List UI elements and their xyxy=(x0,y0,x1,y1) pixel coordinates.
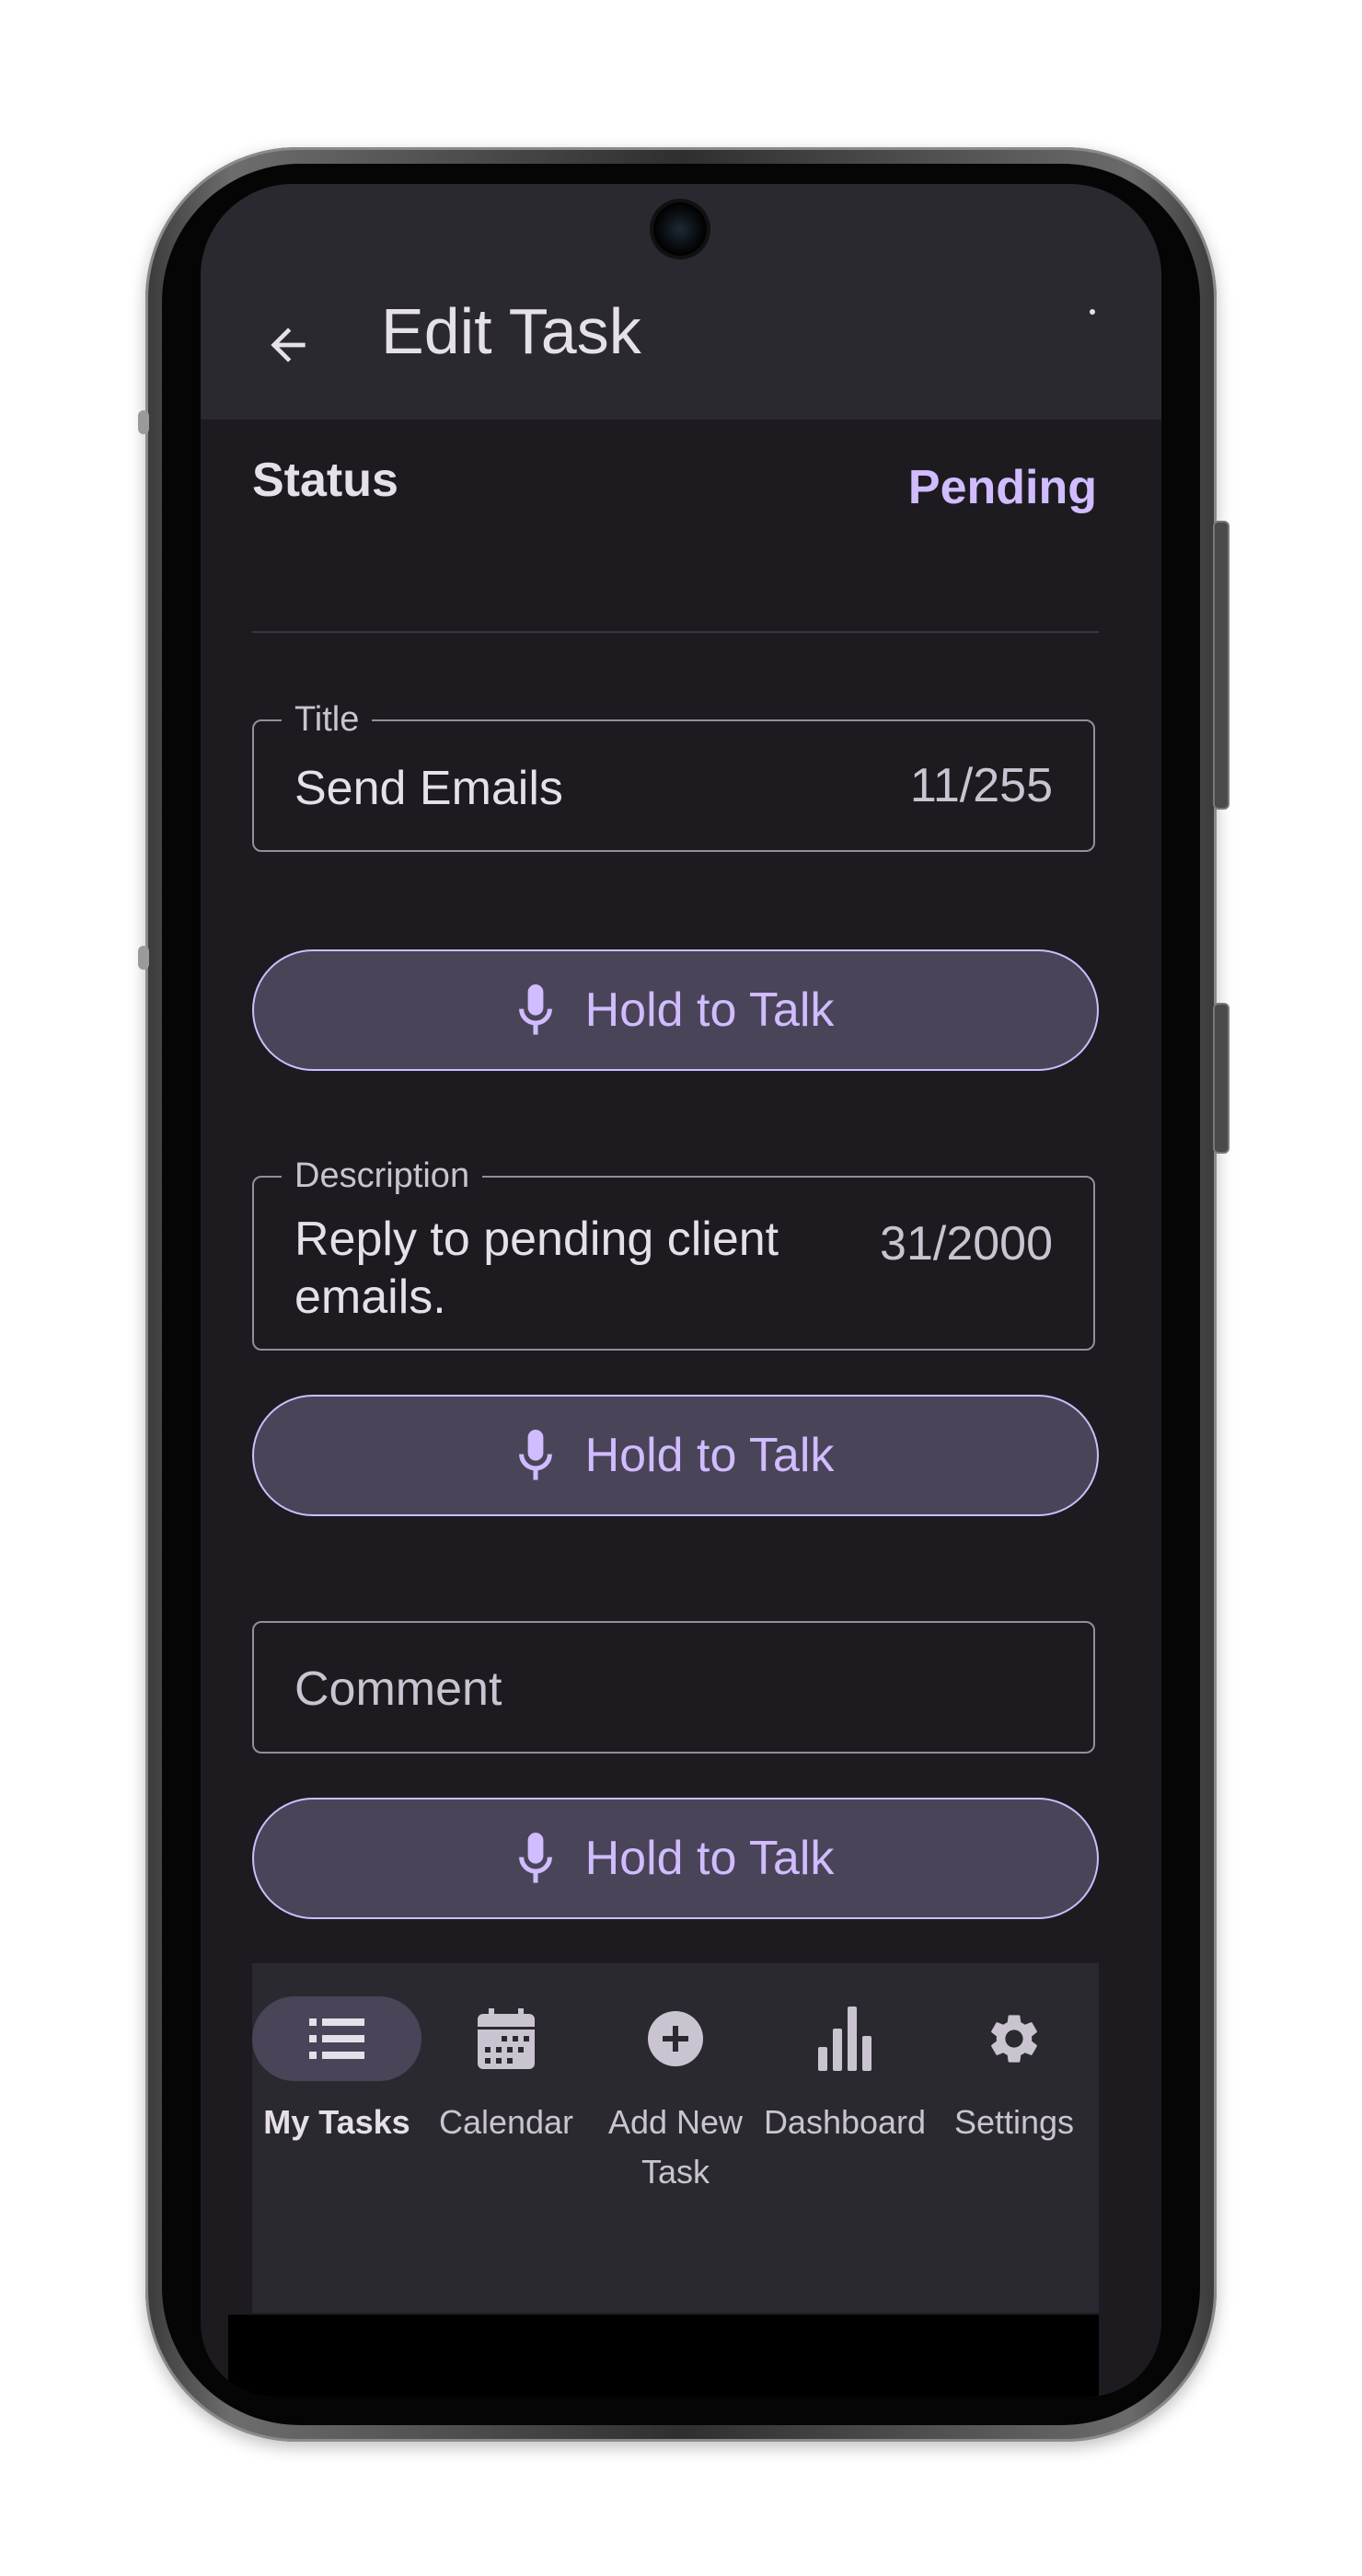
mic-icon xyxy=(517,1430,554,1481)
nav-label-add-new-task: Add New Task xyxy=(607,2103,744,2191)
divider xyxy=(252,631,1099,633)
title-hold-to-talk-button[interactable]: Hold to Talk xyxy=(252,949,1099,1071)
volume-button xyxy=(1213,1003,1229,1154)
list-icon xyxy=(309,2018,364,2059)
bar-chart-icon xyxy=(818,2007,871,2071)
nav-label-settings: Settings xyxy=(953,2103,1075,2141)
nav-label-calendar: Calendar xyxy=(438,2103,574,2141)
hold-to-talk-label: Hold to Talk xyxy=(584,1832,835,1885)
power-button xyxy=(1213,521,1229,810)
system-navigation-bar xyxy=(228,2315,1099,2397)
nav-active-indicator xyxy=(252,1996,421,2081)
description-field-label: Description xyxy=(282,1156,483,1198)
hold-to-talk-label: Hold to Talk xyxy=(584,983,835,1037)
hold-to-talk-label: Hold to Talk xyxy=(584,1429,835,1482)
description-hold-to-talk-button[interactable]: Hold to Talk xyxy=(252,1395,1099,1516)
title-field-label: Title xyxy=(282,699,373,742)
nav-item-dashboard[interactable]: Dashboard xyxy=(760,1963,929,2147)
nav-label-my-tasks: My Tasks xyxy=(263,2103,410,2141)
mic-icon xyxy=(517,984,554,1036)
bottom-navigation: My Tasks Calendar Add New Task Dashboard… xyxy=(252,1963,1099,2313)
comment-field[interactable]: Comment xyxy=(252,1621,1095,1754)
calendar-icon xyxy=(478,2008,535,2069)
description-value-line-1: Reply to pending client xyxy=(294,1213,779,1266)
device-mockup: Edit Task Status Pending Title Send Emai… xyxy=(0,0,1362,2576)
status-value[interactable]: Pending xyxy=(908,460,1097,515)
page-title: Edit Task xyxy=(381,295,641,367)
overflow-menu-icon[interactable] xyxy=(1090,309,1095,315)
title-field-value: Send Emails xyxy=(294,762,563,815)
nav-item-my-tasks[interactable]: My Tasks xyxy=(252,1963,421,2147)
title-field[interactable]: Title Send Emails 11/255 xyxy=(252,699,1095,852)
mic-icon xyxy=(517,1833,554,1884)
app-screen: Edit Task Status Pending Title Send Emai… xyxy=(201,184,1161,2397)
back-button[interactable] xyxy=(247,304,329,386)
description-field[interactable]: Description Reply to pending client emai… xyxy=(252,1156,1095,1351)
add-circle-icon xyxy=(648,2011,703,2066)
comment-hold-to-talk-button[interactable]: Hold to Talk xyxy=(252,1798,1099,1919)
description-value-line-2: emails. xyxy=(294,1271,446,1324)
title-char-counter: 11/255 xyxy=(909,759,1053,812)
comment-placeholder: Comment xyxy=(294,1662,502,1716)
gear-icon xyxy=(991,2015,1037,2063)
phone-side-marker xyxy=(138,410,149,434)
front-camera xyxy=(653,202,707,256)
nav-item-add-new-task[interactable]: Add New Task xyxy=(591,1963,760,2197)
nav-item-settings[interactable]: Settings xyxy=(929,1963,1099,2147)
description-char-counter: 31/2000 xyxy=(880,1217,1053,1271)
phone-side-marker xyxy=(138,946,149,970)
arrow-back-icon xyxy=(271,328,306,362)
status-label: Status xyxy=(252,454,398,507)
nav-label-dashboard: Dashboard xyxy=(763,2103,927,2141)
nav-item-calendar[interactable]: Calendar xyxy=(421,1963,591,2147)
